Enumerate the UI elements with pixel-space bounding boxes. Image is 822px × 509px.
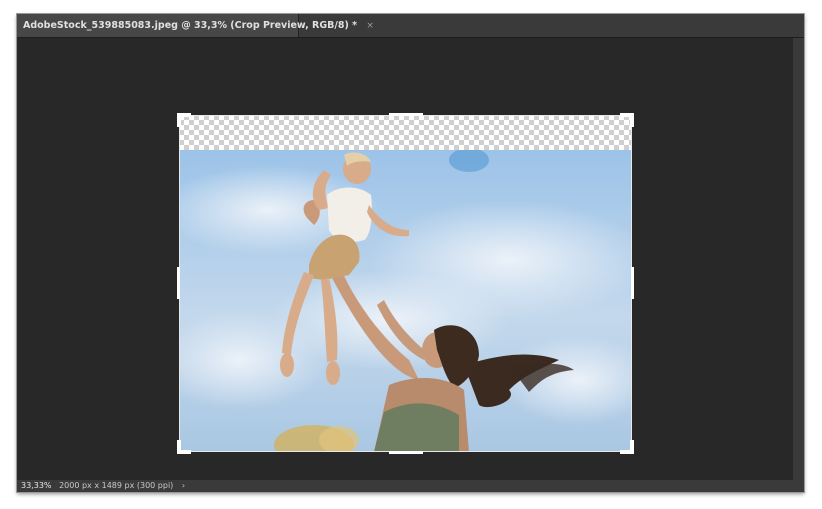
document-tab-title: AdobeStock_539885083.jpeg @ 33,3% (Crop … — [23, 20, 358, 31]
transparency-checkerboard — [179, 115, 632, 150]
document-tab[interactable]: AdobeStock_539885083.jpeg @ 33,3% (Crop … — [17, 14, 374, 37]
crop-handle-right[interactable] — [631, 267, 634, 299]
status-bar: 33,33% 2000 px x 1489 px (300 ppi) › — [17, 480, 804, 492]
document-info: 2000 px x 1489 px (300 ppi) — [59, 481, 174, 490]
photo-mother-lifting-child — [179, 150, 632, 452]
crop-handle-bottom-right-v[interactable] — [630, 440, 634, 454]
image-canvas[interactable] — [179, 115, 632, 452]
vertical-scrollbar[interactable] — [793, 38, 804, 480]
canvas-area[interactable] — [17, 38, 793, 480]
crop-handle-top[interactable] — [389, 113, 423, 116]
close-icon[interactable]: × — [366, 15, 374, 38]
document-window: AdobeStock_539885083.jpeg @ 33,3% (Crop … — [17, 14, 804, 492]
crop-handle-top-right-v[interactable] — [630, 113, 634, 127]
crop-handle-bottom[interactable] — [389, 451, 423, 454]
crop-handle-left[interactable] — [177, 267, 180, 299]
crop-handle-top-left-v[interactable] — [177, 113, 181, 127]
tab-bar: AdobeStock_539885083.jpeg @ 33,3% (Crop … — [17, 14, 804, 38]
zoom-level-field[interactable]: 33,33% — [21, 480, 52, 492]
chevron-right-icon[interactable]: › — [182, 480, 185, 492]
crop-handle-bottom-left-v[interactable] — [177, 440, 181, 454]
